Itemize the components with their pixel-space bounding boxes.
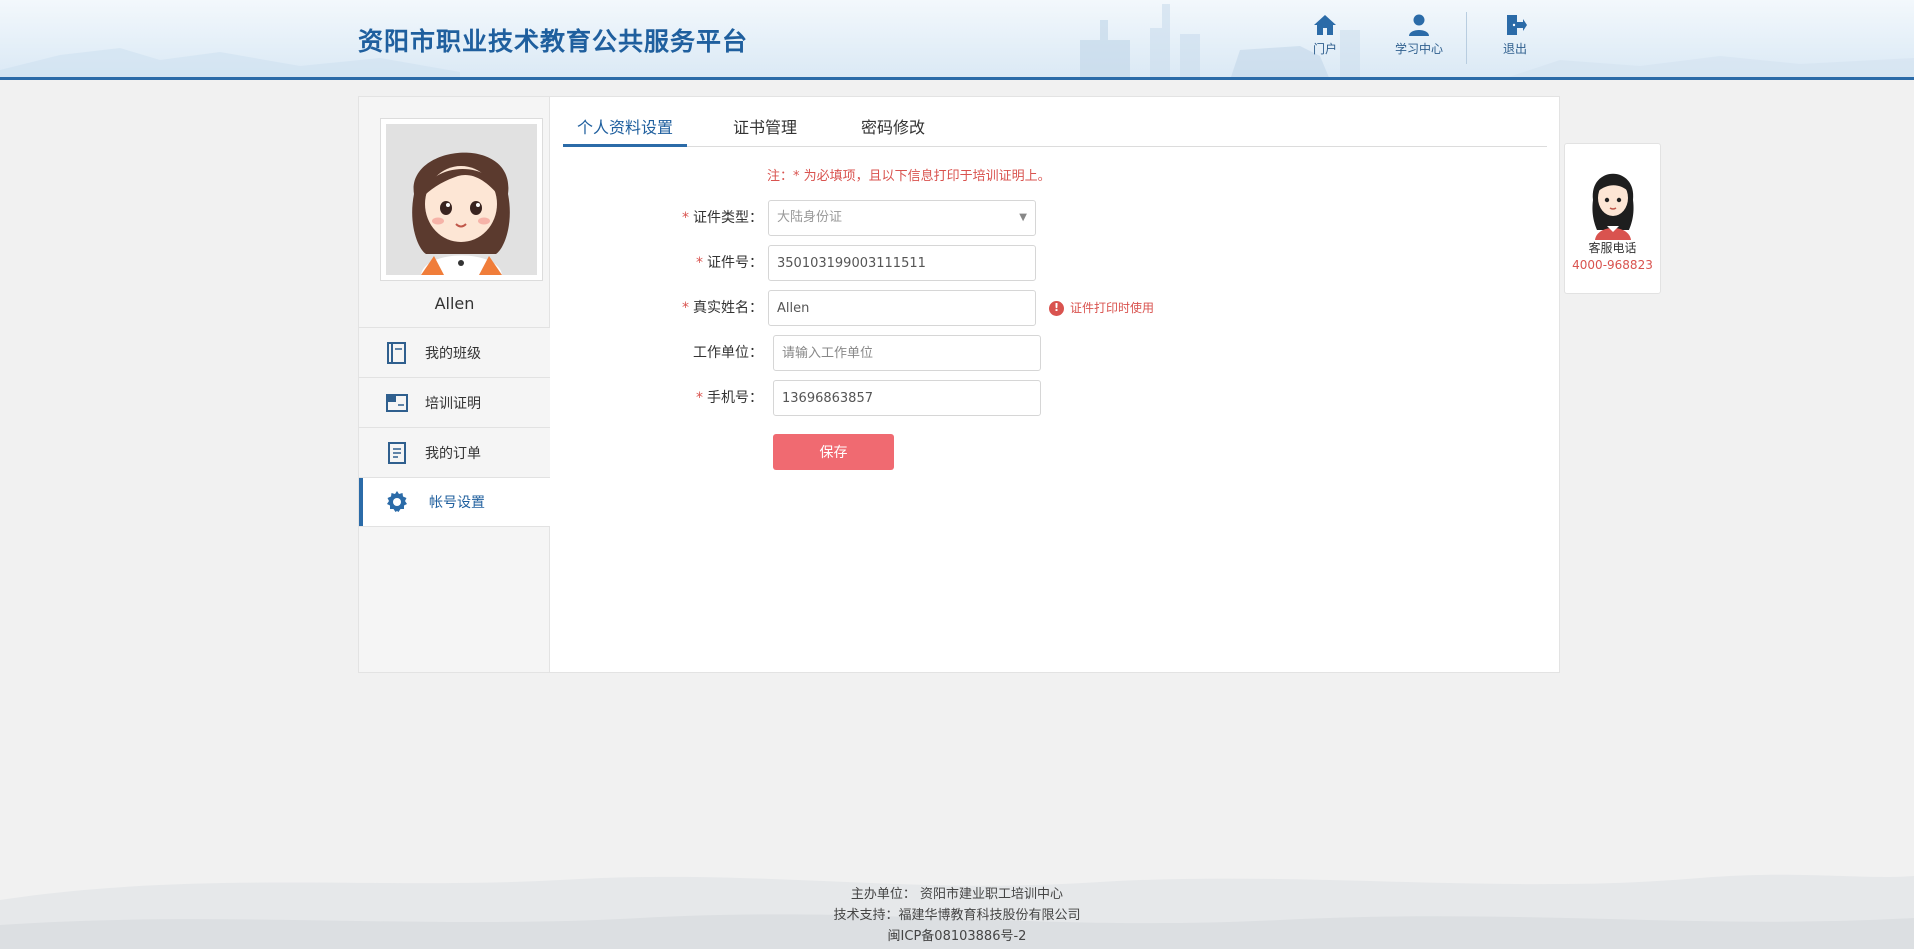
tab-bar: 个人资料设置 证书管理 密码修改 [563,97,1547,147]
footer-host: 主办单位： 资阳市建业职工培训中心 [850,887,1064,902]
nav-portal[interactable]: 门户 [1290,14,1360,57]
sidebar-item-account-settings-label: 帐号设置 [429,495,485,511]
footer: 主办单位： 资阳市建业职工培训中心 技术支持：福建华博教育科技股份有限公司 闽I… [0,840,1914,949]
tab-password-change[interactable]: 密码修改 [861,114,925,147]
user-icon [1409,14,1429,36]
save-button[interactable]: 保存 [773,434,894,470]
service-phone: 4000-968823 [1572,258,1653,272]
work-unit-label: 工作单位： [693,345,763,361]
id-type-select[interactable]: 大陆身份证 ▼ [768,200,1036,236]
footer-icp[interactable]: 闽ICP备08103886号-2 [0,926,1914,947]
real-name-label: * 真实姓名： [682,300,763,316]
home-icon [1314,15,1336,35]
real-name-hint: ! 证件打印时使用 [1049,290,1154,326]
nav-portal-label: 门户 [1312,42,1337,56]
work-unit-field[interactable] [773,335,1041,371]
sidebar-item-my-orders-label: 我的订单 [425,445,481,462]
header: 资阳市职业技术教育公共服务平台 门户 学习中心 退出 [0,0,1914,80]
footer-support: 技术支持：福建华博教育科技股份有限公司 [833,908,1081,923]
id-number-field[interactable] [768,245,1036,281]
header-skyline-decoration [0,4,1914,77]
real-name-hint-text: 证件打印时使用 [1070,301,1155,315]
nav-learning-center-label: 学习中心 [1394,42,1443,56]
nav-logout[interactable]: 退出 [1480,14,1550,57]
footer-text: 主办单位： 资阳市建业职工培训中心 技术支持：福建华博教育科技股份有限公司 闽I… [0,884,1914,947]
real-name-field[interactable] [768,290,1036,326]
phone-field[interactable] [773,380,1041,416]
site-title[interactable]: 资阳市职业技术教育公共服务平台 [358,22,748,58]
service-agent-icon [1592,173,1634,240]
sidebar-item-my-orders[interactable]: 我的订单 [359,427,550,477]
required-note: 注：* 为必填项，且以下信息打印于培训证明上。 [767,169,1051,184]
phone-label: * 手机号： [696,390,763,406]
nav-divider [1466,12,1467,64]
required-mark: * [682,210,689,226]
main-panel: Allen 我的班级 培训证明 我的订单 帐号设置 个人资料设置 证书管理 密码… [358,96,1560,673]
logout-icon [1507,15,1527,35]
nav-logout-label: 退出 [1502,42,1527,56]
chevron-down-icon: ▼ [1019,212,1027,223]
alert-icon: ! [1049,300,1064,316]
id-type-label: * 证件类型： [682,210,763,226]
tab-certificate-management[interactable]: 证书管理 [733,114,797,147]
sidebar-item-account-settings[interactable]: 帐号设置 [359,477,550,527]
service-label: 客服电话 [1588,241,1637,255]
required-mark: * [682,300,689,316]
customer-service-widget[interactable]: 客服电话 4000-968823 [1564,143,1661,294]
required-mark: * [696,390,703,406]
id-type-value: 大陆身份证 [777,210,843,225]
required-mark: * [696,255,703,271]
id-number-label: * 证件号： [696,255,763,271]
gear-icon [385,490,409,514]
order-icon [385,441,409,465]
tab-profile-settings[interactable]: 个人资料设置 [563,114,688,147]
nav-learning-center[interactable]: 学习中心 [1384,14,1454,57]
